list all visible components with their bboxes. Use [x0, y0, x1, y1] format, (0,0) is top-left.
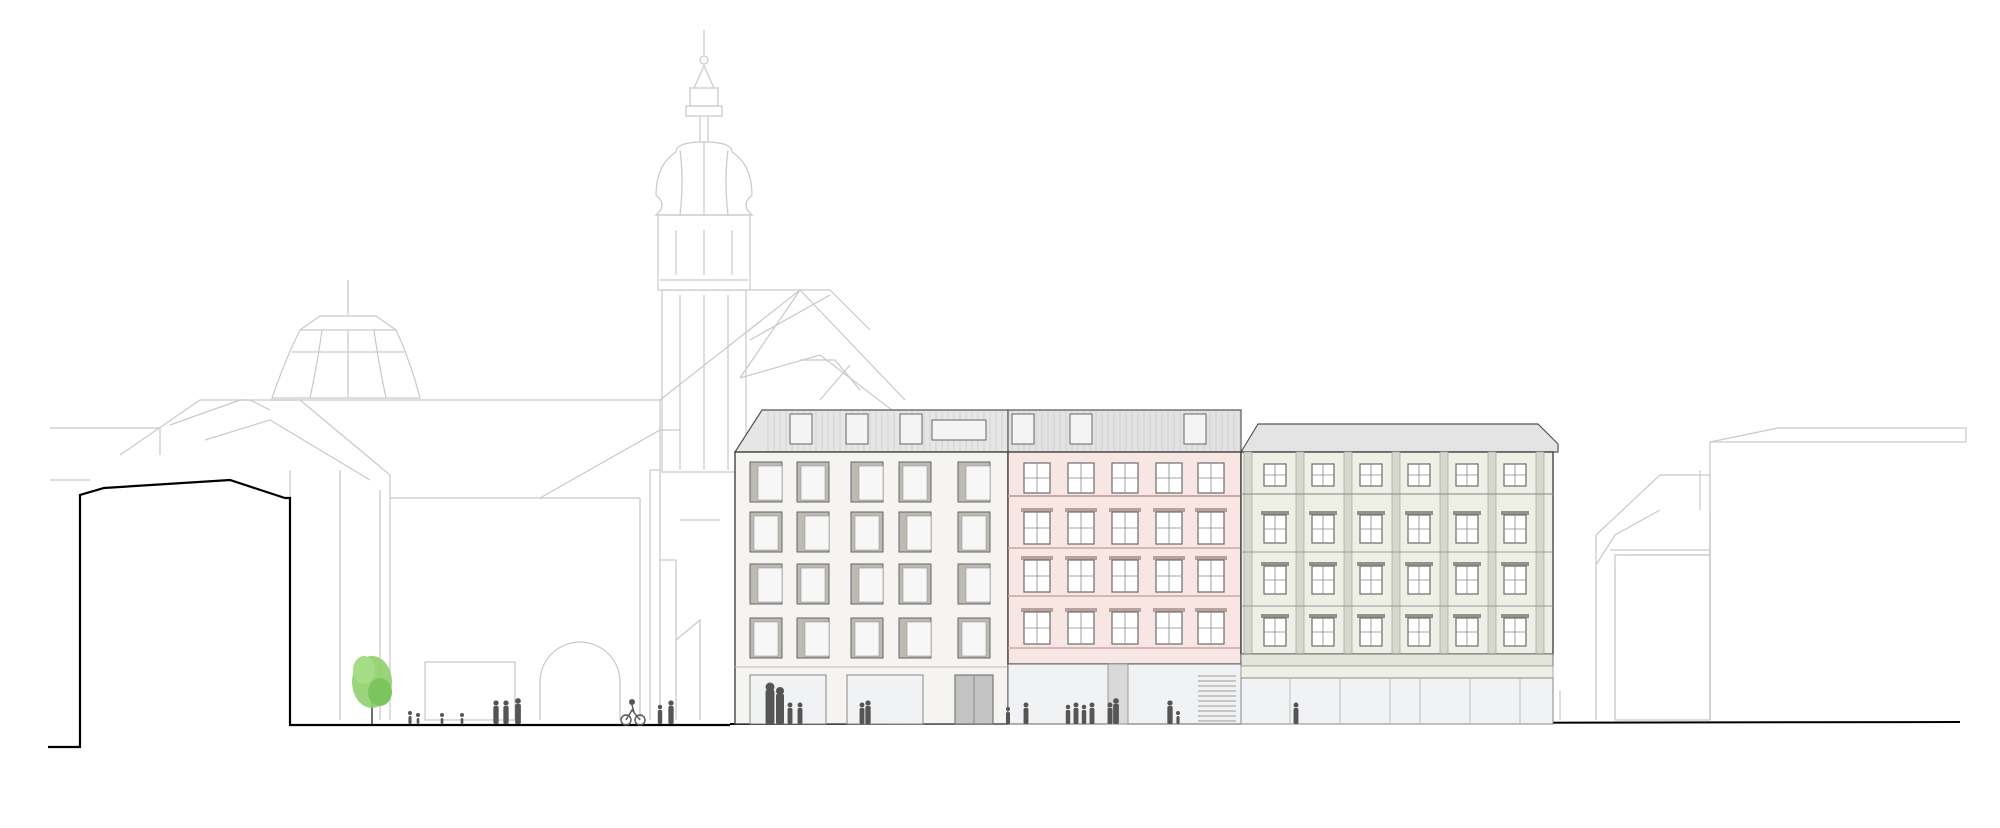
person	[440, 713, 444, 724]
person	[1023, 702, 1029, 724]
person	[797, 702, 803, 724]
person	[1113, 698, 1119, 724]
person	[1065, 704, 1071, 724]
dormer-window	[1011, 413, 1035, 445]
person	[859, 702, 865, 724]
roof-terrace-window	[931, 419, 987, 441]
section-cut-building	[48, 478, 730, 749]
person	[776, 687, 784, 724]
green-building	[1239, 423, 1559, 725]
dormer-window	[845, 413, 869, 445]
shop-window	[846, 674, 924, 725]
green-building-roof	[1239, 423, 1559, 453]
person	[668, 700, 674, 724]
person	[1073, 702, 1079, 724]
person	[416, 713, 420, 724]
church-spire	[654, 30, 754, 473]
person	[1167, 700, 1173, 724]
dormer-window	[789, 413, 813, 445]
dormer-window	[899, 413, 923, 445]
pink-building	[1007, 409, 1242, 725]
dome	[271, 280, 421, 399]
person	[1293, 702, 1299, 724]
right-context-buildings	[1559, 427, 1967, 721]
street-elevation-drawing	[48, 30, 1967, 749]
person	[493, 700, 499, 724]
new-building	[733, 409, 1009, 725]
person	[515, 698, 521, 724]
person	[503, 700, 509, 724]
green-building-shopfront	[1240, 677, 1554, 725]
person	[408, 711, 412, 724]
person	[1176, 711, 1180, 724]
person	[1081, 704, 1087, 724]
tree	[352, 656, 392, 724]
person	[1089, 702, 1095, 724]
person	[657, 704, 663, 724]
dormer-window	[1069, 413, 1093, 445]
person	[1107, 702, 1113, 724]
person	[765, 682, 775, 724]
person	[1006, 707, 1010, 724]
cyclist	[620, 699, 646, 726]
person	[787, 702, 793, 724]
person	[865, 700, 871, 724]
person	[460, 713, 464, 724]
dormer-window	[1183, 413, 1207, 445]
